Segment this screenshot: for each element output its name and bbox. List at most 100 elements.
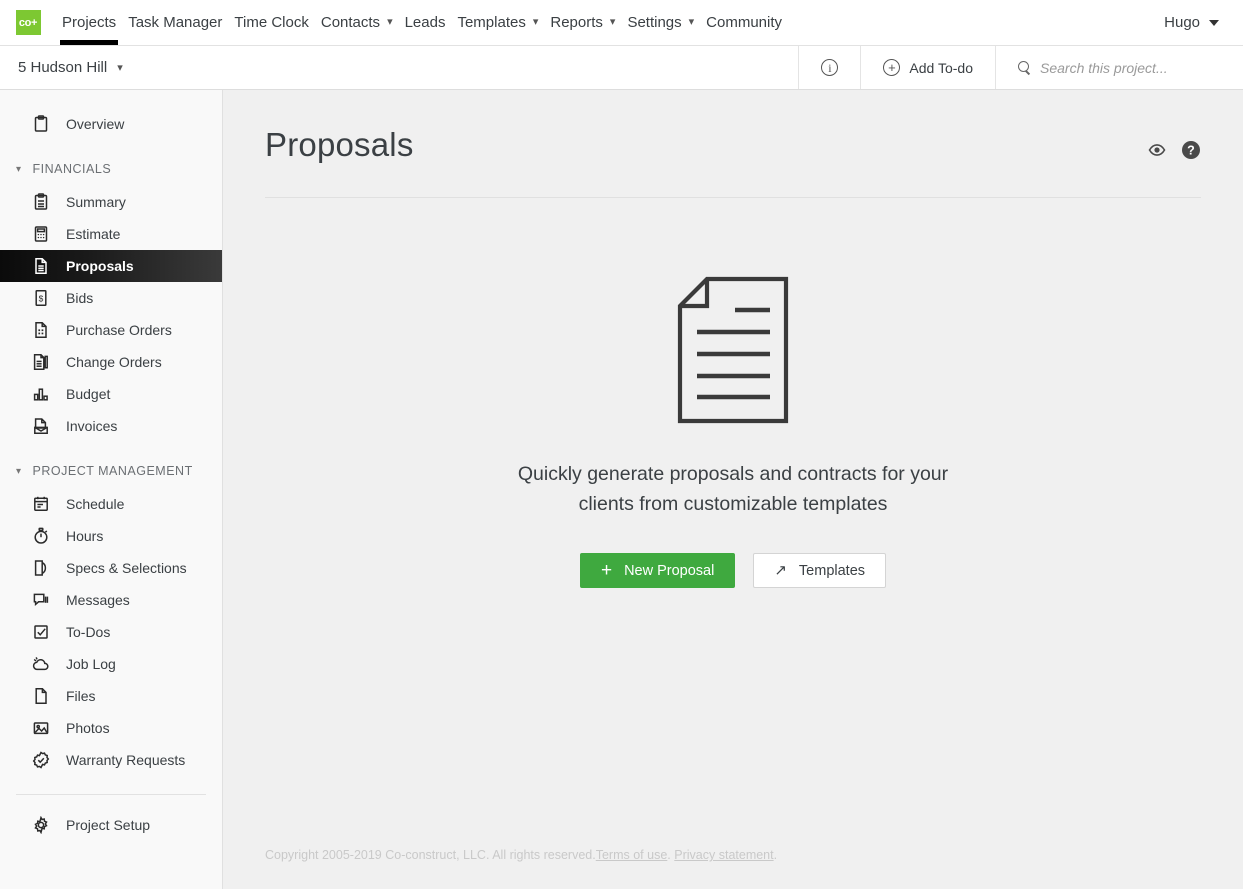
eye-icon[interactable] xyxy=(1147,140,1167,165)
add-todo-label: Add To-do xyxy=(909,59,973,76)
sidebar-item-job-log[interactable]: Job Log xyxy=(0,648,222,680)
sidebar-item-label: Change Orders xyxy=(66,354,162,370)
sidebar-section-financials[interactable]: ▾ FINANCIALS xyxy=(0,152,222,186)
header-action-icons: ? xyxy=(1147,126,1201,165)
svg-text:$: $ xyxy=(39,293,44,303)
sidebar-item-label: Invoices xyxy=(66,418,118,434)
arrow-up-right-icon: ↗ xyxy=(774,562,787,580)
nav-item-contacts[interactable]: Contacts ▾ xyxy=(315,0,399,45)
document-illustration-icon xyxy=(674,276,792,424)
sidebar-item-overview[interactable]: Overview xyxy=(0,108,222,140)
sidebar-item-label: Warranty Requests xyxy=(66,752,186,768)
sidebar-item-invoices[interactable]: Invoices xyxy=(0,410,222,442)
top-nav-items: Projects Task Manager Time Clock Contacts ▾ L… xyxy=(56,0,788,45)
nav-item-label: Leads xyxy=(404,14,446,31)
user-menu[interactable]: Hugo xyxy=(1158,0,1225,45)
calendar-icon xyxy=(32,495,50,513)
sidebar-divider xyxy=(16,794,206,795)
sidebar-item-hours[interactable]: Hours xyxy=(0,520,222,552)
nav-item-label: Settings xyxy=(627,14,682,31)
help-circle-icon[interactable]: ? xyxy=(1181,140,1201,165)
new-proposal-label: New Proposal xyxy=(624,562,715,579)
sidebar-item-label: Specs & Selections xyxy=(66,560,187,576)
sidebar-item-label: Files xyxy=(66,688,96,704)
checkbox-icon xyxy=(32,623,50,641)
project-search[interactable]: Search this project... xyxy=(995,46,1243,89)
badge-check-icon xyxy=(32,751,50,769)
sidebar-section-project-management[interactable]: ▾ PROJECT MANAGEMENT xyxy=(0,454,222,488)
project-name-label: 5 Hudson Hill xyxy=(18,59,108,76)
search-placeholder: Search this project... xyxy=(1040,59,1168,76)
sidebar-item-schedule[interactable]: Schedule xyxy=(0,488,222,520)
file-icon xyxy=(32,687,50,705)
sidebar-item-bids[interactable]: $ Bids xyxy=(0,282,222,314)
sidebar-section-label: FINANCIALS xyxy=(32,162,112,176)
nav-item-label: Projects xyxy=(62,14,117,31)
calculator-icon xyxy=(32,225,50,243)
nav-item-label: Task Manager xyxy=(128,14,223,31)
empty-state: Quickly generate proposals and contracts… xyxy=(265,198,1201,589)
triangle-down-icon xyxy=(1209,19,1219,26)
empty-state-message: Quickly generate proposals and contracts… xyxy=(517,463,949,515)
project-info-button[interactable]: i xyxy=(798,46,860,89)
nav-item-community[interactable]: Community xyxy=(700,0,788,45)
sidebar-item-purchase-orders[interactable]: Purchase Orders xyxy=(0,314,222,346)
nav-item-projects[interactable]: Projects xyxy=(56,0,122,45)
clipboard-list-icon xyxy=(32,193,50,211)
terms-of-use-link[interactable]: Terms of use xyxy=(596,848,668,862)
privacy-statement-link[interactable]: Privacy statement xyxy=(674,848,773,862)
page-title: Proposals xyxy=(265,126,414,163)
grid-doc-icon xyxy=(32,321,50,339)
chevron-down-icon: ▾ xyxy=(609,16,616,28)
sidebar-item-messages[interactable]: Messages xyxy=(0,584,222,616)
user-menu-label: Hugo xyxy=(1164,14,1200,31)
sidebar-item-change-orders[interactable]: Change Orders xyxy=(0,346,222,378)
project-bar-spacer xyxy=(141,46,799,89)
page-body: Overview ▾ FINANCIALS Summary Estimate Propo… xyxy=(0,90,1243,889)
nav-item-task-manager[interactable]: Task Manager xyxy=(122,0,228,45)
circle-info-icon: i xyxy=(821,59,839,76)
new-proposal-button[interactable]: + New Proposal xyxy=(579,553,736,589)
sidebar: Overview ▾ FINANCIALS Summary Estimate Propo… xyxy=(0,90,223,889)
nav-item-templates[interactable]: Templates ▾ xyxy=(451,0,544,45)
sidebar-sections: ▾ FINANCIALS Summary Estimate Proposals $ Bids… xyxy=(0,152,222,776)
dollar-doc-icon: $ xyxy=(32,289,50,307)
sidebar-item-label: Summary xyxy=(66,194,126,210)
sidebar-item-photos[interactable]: Photos xyxy=(0,712,222,744)
chevron-down-icon: ▾ xyxy=(117,62,123,74)
weather-cloud-icon xyxy=(32,655,50,673)
circle-plus-icon: + xyxy=(883,59,901,76)
svg-text:?: ? xyxy=(1187,144,1195,158)
photo-icon xyxy=(32,719,50,737)
sidebar-section-label: PROJECT MANAGEMENT xyxy=(32,464,193,478)
add-todo-button[interactable]: + Add To-do xyxy=(860,46,995,89)
sidebar-item-label: Proposals xyxy=(66,258,134,274)
nav-item-reports[interactable]: Reports ▾ xyxy=(544,0,621,45)
nav-item-label: Reports xyxy=(550,14,603,31)
sidebar-item-estimate[interactable]: Estimate xyxy=(0,218,222,250)
sidebar-item-files[interactable]: Files xyxy=(0,680,222,712)
sidebar-item-project-setup[interactable]: Project Setup xyxy=(0,809,222,841)
sidebar-item-summary[interactable]: Summary xyxy=(0,186,222,218)
templates-button[interactable]: ↗ Templates xyxy=(753,553,887,589)
app-logo[interactable]: co+ xyxy=(0,0,56,45)
footer-period: . xyxy=(773,848,778,862)
project-selector[interactable]: 5 Hudson Hill ▾ xyxy=(0,46,141,89)
nav-item-label: Templates xyxy=(457,14,526,31)
nav-item-settings[interactable]: Settings ▾ xyxy=(621,0,700,45)
gear-icon xyxy=(32,816,50,834)
sidebar-item-specs-selections[interactable]: Specs & Selections xyxy=(0,552,222,584)
chevron-down-icon: ▾ xyxy=(688,16,695,28)
templates-label: Templates xyxy=(798,562,866,579)
sidebar-item-warranty-requests[interactable]: Warranty Requests xyxy=(0,744,222,776)
logo-mark: co+ xyxy=(15,10,41,35)
sidebar-item-proposals[interactable]: Proposals xyxy=(0,250,222,282)
top-navigation-bar: co+ Projects Task Manager Time Clock Contac… xyxy=(0,0,1243,46)
sidebar-item-label: Messages xyxy=(66,592,130,608)
sidebar-item-label: Bids xyxy=(66,290,94,306)
sidebar-item-to-dos[interactable]: To-Dos xyxy=(0,616,222,648)
sidebar-item-budget[interactable]: Budget xyxy=(0,378,222,410)
nav-item-time-clock[interactable]: Time Clock xyxy=(228,0,314,45)
nav-item-leads[interactable]: Leads xyxy=(399,0,452,45)
